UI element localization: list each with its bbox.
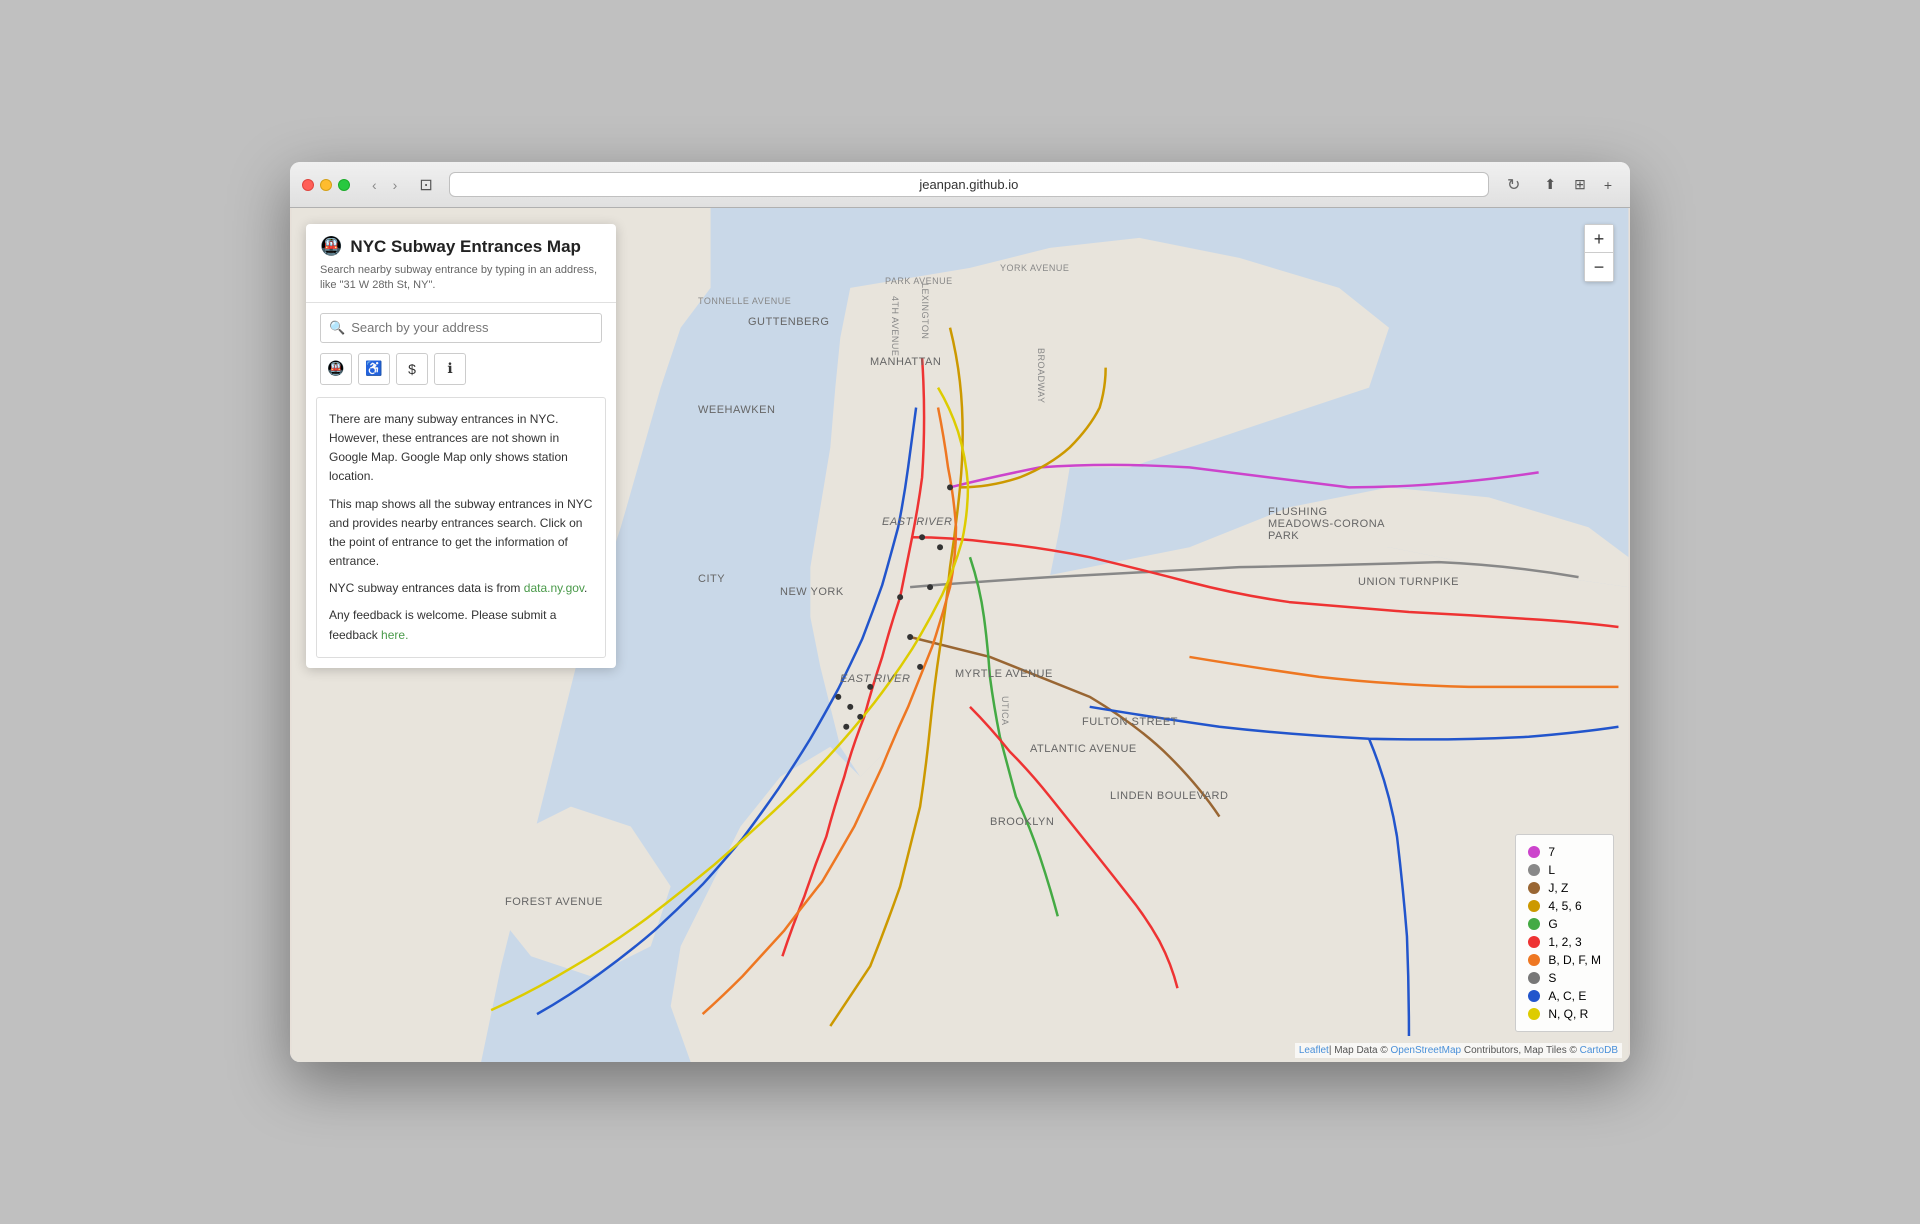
new-tab-button[interactable]: ⊞ <box>1568 174 1592 195</box>
legend-item: 7 <box>1528 843 1601 861</box>
data-ny-gov-link[interactable]: data.ny.gov <box>524 581 584 595</box>
subway-filter-button[interactable]: 🚇 <box>320 353 352 385</box>
legend-label: S <box>1548 971 1556 985</box>
legend-dot <box>1528 864 1540 876</box>
legend-dot <box>1528 972 1540 984</box>
add-button[interactable]: + <box>1598 175 1618 195</box>
forward-button[interactable]: › <box>387 175 404 195</box>
legend-item: S <box>1528 969 1601 987</box>
legend-label: 4, 5, 6 <box>1548 899 1581 913</box>
panel-header: 🚇 NYC Subway Entrances Map Search nearby… <box>306 224 616 303</box>
info-panel: There are many subway entrances in NYC. … <box>316 397 606 658</box>
accessible-filter-button[interactable]: ♿ <box>358 353 390 385</box>
legend-dot <box>1528 918 1540 930</box>
legend-item: L <box>1528 861 1601 879</box>
info-button[interactable]: ℹ <box>434 353 466 385</box>
url-text: jeanpan.github.io <box>919 177 1018 192</box>
attribution: Leaflet| Map Data © OpenStreetMap Contri… <box>1295 1043 1622 1058</box>
legend-label: N, Q, R <box>1548 1007 1588 1021</box>
legend-dot <box>1528 846 1540 858</box>
browser-content: MANHATTAN GUTTENBERG WEEHAWKEN NEW YORK … <box>290 208 1630 1062</box>
panel-title: NYC Subway Entrances Map <box>350 237 581 257</box>
legend-dot <box>1528 990 1540 1002</box>
nav-buttons: ‹ › <box>366 175 403 195</box>
legend-item: J, Z <box>1528 879 1601 897</box>
legend-label: 7 <box>1548 845 1555 859</box>
panel-title-row: 🚇 NYC Subway Entrances Map <box>320 236 602 257</box>
legend-dot <box>1528 1008 1540 1020</box>
legend-item: 1, 2, 3 <box>1528 933 1601 951</box>
legend-dot <box>1528 900 1540 912</box>
legend-items: 7 L J, Z 4, 5, 6 G 1, 2, 3 B, D, F, M S … <box>1528 843 1601 1023</box>
feedback-link[interactable]: here. <box>381 628 408 642</box>
legend-label: A, C, E <box>1548 989 1586 1003</box>
subway-icon: 🚇 <box>320 236 342 257</box>
panel-subtitle: Search nearby subway entrance by typing … <box>320 263 602 294</box>
leaflet-link[interactable]: Leaflet <box>1299 1045 1329 1056</box>
info-text-4: Any feedback is welcome. Please submit a… <box>329 606 593 644</box>
legend-label: B, D, F, M <box>1548 953 1601 967</box>
zoom-controls: + − <box>1584 224 1614 282</box>
browser-window: ‹ › ⊡ jeanpan.github.io ↻ ⬆ ⊞ + <box>290 162 1630 1062</box>
search-icon: 🔍 <box>329 320 345 336</box>
legend-label: J, Z <box>1548 881 1568 895</box>
icon-buttons: 🚇 ♿ $ ℹ <box>306 353 616 397</box>
legend-item: G <box>1528 915 1601 933</box>
paid-filter-button[interactable]: $ <box>396 353 428 385</box>
info-text-3: NYC subway entrances data is from data.n… <box>329 579 593 598</box>
legend: 7 L J, Z 4, 5, 6 G 1, 2, 3 B, D, F, M S … <box>1515 834 1614 1032</box>
minimize-button[interactable] <box>320 179 332 191</box>
share-button[interactable]: ⬆ <box>1538 174 1562 195</box>
map-container[interactable]: MANHATTAN GUTTENBERG WEEHAWKEN NEW YORK … <box>290 208 1630 1062</box>
traffic-lights <box>302 179 350 191</box>
attribution-separator: | Map Data © <box>1329 1045 1391 1056</box>
browser-titlebar: ‹ › ⊡ jeanpan.github.io ↻ ⬆ ⊞ + <box>290 162 1630 208</box>
maximize-button[interactable] <box>338 179 350 191</box>
zoom-in-button[interactable]: + <box>1585 225 1613 253</box>
legend-dot <box>1528 954 1540 966</box>
zoom-out-button[interactable]: − <box>1585 253 1613 281</box>
info-text-1: There are many subway entrances in NYC. … <box>329 410 593 487</box>
cartodb-link[interactable]: CartoDB <box>1580 1045 1618 1056</box>
legend-label: L <box>1548 863 1555 877</box>
legend-label: G <box>1548 917 1557 931</box>
reader-view-button[interactable]: ⊡ <box>413 173 438 197</box>
search-row[interactable]: 🔍 <box>320 313 602 343</box>
address-bar[interactable]: jeanpan.github.io <box>449 172 1489 197</box>
legend-item: 4, 5, 6 <box>1528 897 1601 915</box>
legend-label: 1, 2, 3 <box>1548 935 1581 949</box>
close-button[interactable] <box>302 179 314 191</box>
osm-link[interactable]: OpenStreetMap <box>1391 1045 1462 1056</box>
legend-item: N, Q, R <box>1528 1005 1601 1023</box>
search-input[interactable] <box>351 320 593 335</box>
side-panel: 🚇 NYC Subway Entrances Map Search nearby… <box>306 224 616 668</box>
reload-button[interactable]: ↻ <box>1499 173 1528 197</box>
legend-item: A, C, E <box>1528 987 1601 1005</box>
attribution-contributors: Contributors, Map Tiles © <box>1461 1045 1580 1056</box>
legend-item: B, D, F, M <box>1528 951 1601 969</box>
legend-dot <box>1528 882 1540 894</box>
back-button[interactable]: ‹ <box>366 175 383 195</box>
info-text-2: This map shows all the subway entrances … <box>329 495 593 572</box>
legend-dot <box>1528 936 1540 948</box>
toolbar-right: ⬆ ⊞ + <box>1538 174 1618 195</box>
